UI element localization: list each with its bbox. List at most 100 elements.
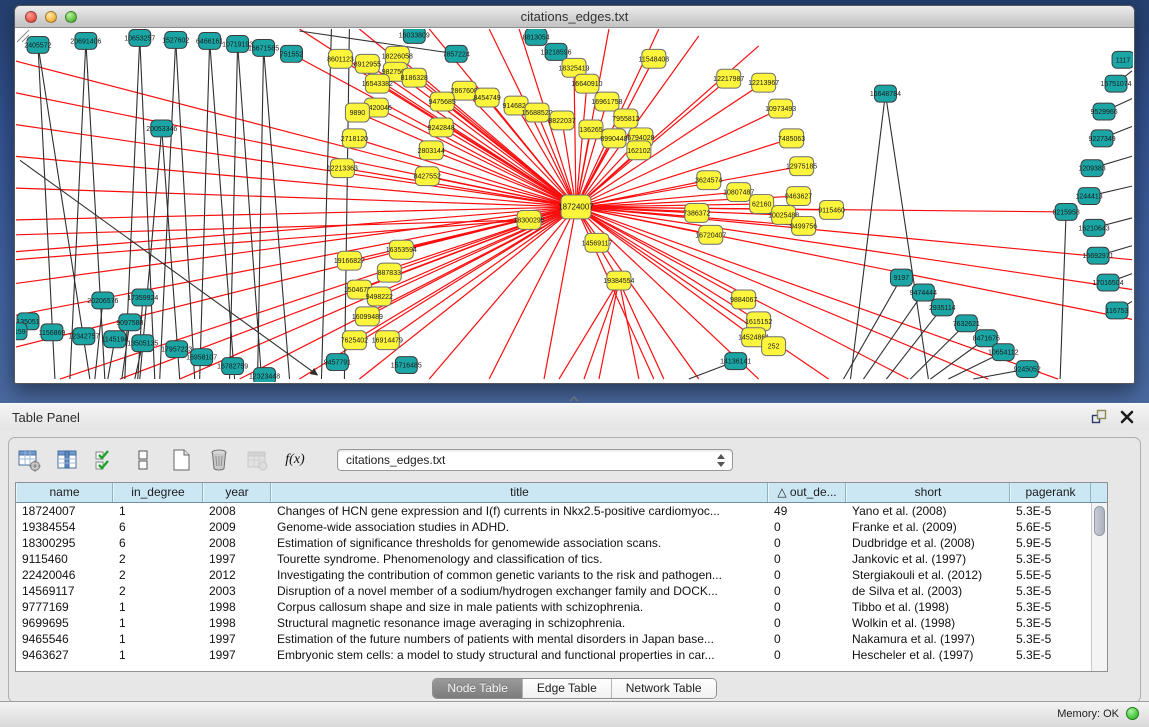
graph-node[interactable]: 11548408 xyxy=(639,49,670,68)
graph-node[interactable]: 20053346 xyxy=(146,120,177,137)
graph-node[interactable]: 9474444 xyxy=(910,284,937,301)
graph-node[interactable]: 39159 xyxy=(16,323,27,340)
graph-node[interactable]: 8427552 xyxy=(414,167,441,186)
graph-node[interactable]: 15692971 xyxy=(1083,247,1114,264)
graph-node[interactable]: 19218596 xyxy=(540,43,571,60)
graph-node[interactable]: 9498222 xyxy=(366,287,393,306)
table-scrollbar[interactable] xyxy=(1091,503,1107,671)
graph-node[interactable]: 16961758 xyxy=(591,92,622,111)
graph-node[interactable]: 16958107 xyxy=(186,349,217,366)
graph-node[interactable]: 18300295 xyxy=(514,210,545,229)
graph-node[interactable]: 9529966 xyxy=(1090,103,1117,120)
function-builder-icon[interactable]: f(x) xyxy=(283,448,307,472)
graph-node[interactable]: 12342757 xyxy=(68,328,99,345)
close-panel-icon[interactable] xyxy=(1119,409,1135,425)
graph-node[interactable]: 10654112 xyxy=(988,344,1019,361)
column-header-year[interactable]: year xyxy=(203,483,271,502)
graph-node[interactable]: 9115460 xyxy=(818,201,845,220)
graph-node[interactable]: 9197 xyxy=(890,269,912,286)
graph-node[interactable]: 9463627 xyxy=(785,187,812,206)
graph-node[interactable]: 751552 xyxy=(280,45,303,62)
graph-node[interactable]: 2718120 xyxy=(341,129,368,148)
tab-edge-table[interactable]: Edge Table xyxy=(522,679,611,698)
column-header-short[interactable]: short xyxy=(846,483,1010,502)
graph-node[interactable]: 8912955 xyxy=(354,54,381,73)
graph-node[interactable]: 9097588 xyxy=(116,314,143,331)
graph-node[interactable]: 16648784 xyxy=(870,85,901,102)
graph-node[interactable]: 16782759 xyxy=(217,358,248,375)
graph-node[interactable]: 9890 xyxy=(345,103,369,122)
float-panel-icon[interactable] xyxy=(1091,409,1107,425)
graph-node[interactable]: 8601123 xyxy=(327,49,354,68)
graph-node[interactable]: 16671585 xyxy=(248,39,279,56)
column-header-pagerank[interactable]: pagerank xyxy=(1010,483,1091,502)
graph-node[interactable]: 12323448 xyxy=(249,368,280,382)
pane-divider-handle[interactable] xyxy=(569,396,579,402)
table-row[interactable]: 1938455462009Genome-wide association stu… xyxy=(16,519,1091,535)
graph-node[interactable]: 16640910 xyxy=(571,74,602,93)
graph-node[interactable]: 10973493 xyxy=(765,99,796,118)
graph-node[interactable]: 162102 xyxy=(627,141,651,160)
graph-node[interactable]: 9475685 xyxy=(429,92,456,111)
graph-node[interactable]: 8813054 xyxy=(522,29,549,45)
table-row[interactable]: 946554611997Estimation of the future num… xyxy=(16,631,1091,647)
tab-network-table[interactable]: Network Table xyxy=(611,679,716,698)
graph-node[interactable]: 1209383 xyxy=(1078,160,1105,177)
graph-node[interactable]: 17016504 xyxy=(1093,274,1124,291)
graph-node[interactable]: 17359924 xyxy=(127,289,158,306)
graph-node[interactable]: 15751074 xyxy=(1100,75,1131,92)
graph-node[interactable]: 15716485 xyxy=(391,357,422,374)
network-canvas[interactable]: 1872400724055722069140610653257152760264… xyxy=(16,29,1133,382)
table-scrollbar-thumb[interactable] xyxy=(1094,506,1105,536)
graph-node[interactable]: 16720407 xyxy=(695,225,726,244)
table-row[interactable]: 977716911998Corpus callosum shape and si… xyxy=(16,599,1091,615)
graph-node[interactable]: 2935114 xyxy=(929,299,956,316)
graph-node[interactable]: 9884067 xyxy=(730,290,757,309)
graph-node[interactable]: 18724007 xyxy=(558,195,594,219)
graph-node[interactable]: 1117 xyxy=(1112,51,1133,68)
graph-node[interactable]: 12213967 xyxy=(748,73,779,92)
graph-node[interactable]: 19166827 xyxy=(334,251,365,270)
column-header-in_degree[interactable]: in_degree xyxy=(113,483,203,502)
graph-node[interactable]: 887833 xyxy=(377,263,401,282)
graph-node[interactable]: 8990448 xyxy=(600,129,627,148)
resize-grip[interactable] xyxy=(16,29,30,43)
graph-node[interactable]: 7857224 xyxy=(443,45,470,62)
network-window[interactable]: citations_edges.txt 18724007240557220691… xyxy=(14,5,1135,384)
graph-node[interactable]: 12217987 xyxy=(713,69,744,88)
row-stack-icon[interactable] xyxy=(131,448,155,472)
graph-node[interactable]: 1145194 xyxy=(101,331,128,348)
table-row[interactable]: 1830029562008Estimation of significance … xyxy=(16,535,1091,551)
table-row[interactable]: 911546021997Tourette syndrome. Phenomeno… xyxy=(16,551,1091,567)
graph-node[interactable]: 8822037 xyxy=(548,111,575,130)
graph-node[interactable]: 8454749 xyxy=(474,88,501,107)
graph-node[interactable]: 12975185 xyxy=(786,157,817,176)
graph-node[interactable]: 8186328 xyxy=(401,68,428,87)
graph-node[interactable]: 1156869 xyxy=(39,324,66,341)
graph-node[interactable]: 7955812 xyxy=(612,109,639,128)
graph-node[interactable]: 3624574 xyxy=(695,171,722,190)
graph-node[interactable]: 16033809 xyxy=(399,29,430,43)
graph-node[interactable]: 7632621 xyxy=(953,315,980,332)
graph-node[interactable]: 9457791 xyxy=(324,354,351,371)
table-row[interactable]: 1456911722003Disruption of a novel membe… xyxy=(16,583,1091,599)
graph-node[interactable]: 16543382 xyxy=(362,74,393,93)
graph-node[interactable]: 19384554 xyxy=(603,271,634,290)
column-header-name[interactable]: name xyxy=(16,483,113,502)
check-columns-icon[interactable] xyxy=(93,448,117,472)
show-columns-icon[interactable] xyxy=(55,448,79,472)
graph-node[interactable]: 7485063 xyxy=(778,129,805,148)
graph-node[interactable]: 9227349 xyxy=(1088,130,1115,147)
column-header-title[interactable]: title xyxy=(271,483,768,502)
graph-node[interactable]: 10653257 xyxy=(124,29,155,46)
graph-node[interactable]: 20206576 xyxy=(87,292,118,309)
table-row[interactable]: 946362711997Embryonic stem cells: a mode… xyxy=(16,647,1091,663)
graph-node[interactable]: 14569117 xyxy=(582,233,613,252)
graph-node[interactable]: 2803144 xyxy=(418,141,445,160)
graph-node[interactable]: 16210643 xyxy=(1079,219,1110,236)
table-row[interactable]: 2242004622012Investigating the contribut… xyxy=(16,567,1091,583)
graph-node[interactable]: 7386372 xyxy=(683,204,710,223)
graph-node[interactable]: 16353594 xyxy=(386,240,417,259)
graph-node[interactable]: 9245052 xyxy=(1014,361,1041,378)
graph-node[interactable]: 20691406 xyxy=(70,32,101,49)
